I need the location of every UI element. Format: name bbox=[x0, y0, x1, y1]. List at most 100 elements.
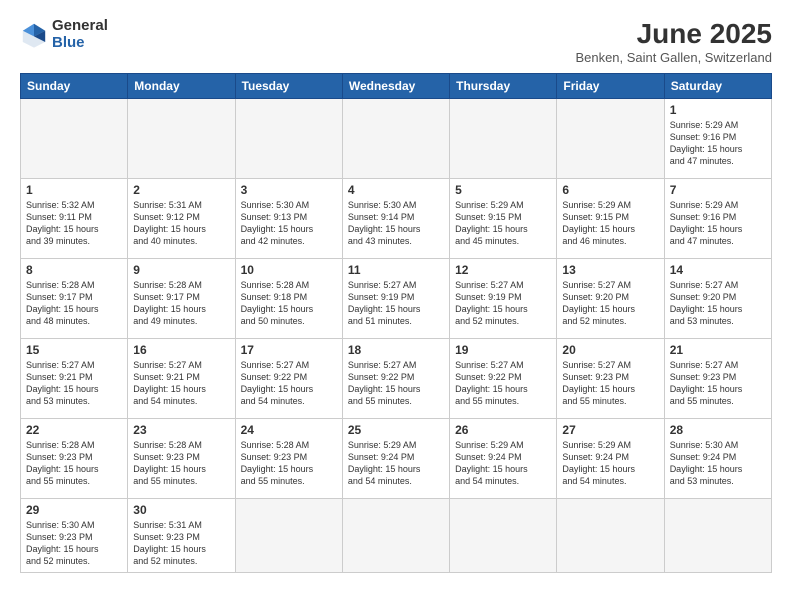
calendar-cell: 21Sunrise: 5:27 AM Sunset: 9:23 PM Dayli… bbox=[664, 339, 771, 419]
cell-details: Sunrise: 5:29 AM Sunset: 9:15 PM Dayligh… bbox=[562, 199, 658, 248]
calendar-day-header: Tuesday bbox=[235, 74, 342, 99]
day-number: 14 bbox=[670, 263, 766, 277]
calendar-day-header: Saturday bbox=[664, 74, 771, 99]
calendar-cell: 26 Sunrise: 5:29 AM Sunset: 9:24 PM Dayli… bbox=[450, 419, 557, 499]
calendar-cell: 29 Sunrise: 5:30 AM Sunset: 9:23 PM Dayli… bbox=[21, 499, 128, 573]
cell-details: Sunrise: 5:28 AM Sunset: 9:17 PM Dayligh… bbox=[133, 279, 229, 328]
calendar-cell bbox=[664, 499, 771, 573]
calendar-cell: 25Sunrise: 5:29 AM Sunset: 9:24 PM Dayli… bbox=[342, 419, 449, 499]
day-number: 16 bbox=[133, 343, 229, 357]
day-number: 2 bbox=[133, 183, 229, 197]
cell-details: Sunrise: 5:28 AM Sunset: 9:23 PM Dayligh… bbox=[241, 439, 337, 488]
calendar-week-row: 8 Sunrise: 5:28 AM Sunset: 9:17 PM Daylig… bbox=[21, 259, 772, 339]
calendar-cell: 27 Sunrise: 5:29 AM Sunset: 9:24 PM Dayli… bbox=[557, 419, 664, 499]
calendar-week-row: 15 Sunrise: 5:27 AM Sunset: 9:21 PM Dayli… bbox=[21, 339, 772, 419]
day-number: 7 bbox=[670, 183, 766, 197]
calendar-cell: 20 Sunrise: 5:27 AM Sunset: 9:23 PM Dayli… bbox=[557, 339, 664, 419]
calendar-cell: 6 Sunrise: 5:29 AM Sunset: 9:15 PM Daylig… bbox=[557, 179, 664, 259]
calendar-cell: 30 Sunrise: 5:31 AM Sunset: 9:23 PM Dayli… bbox=[128, 499, 235, 573]
cell-details: Sunrise: 5:29 AM Sunset: 9:15 PM Dayligh… bbox=[455, 199, 551, 248]
cell-details: Sunrise: 5:27 AM Sunset: 9:21 PM Dayligh… bbox=[26, 359, 122, 408]
day-number: 20 bbox=[562, 343, 658, 357]
header: General Blue June 2025 Benken, Saint Gal… bbox=[20, 18, 772, 65]
calendar-cell: 23Sunrise: 5:28 AM Sunset: 9:23 PM Dayli… bbox=[128, 419, 235, 499]
cell-details: Sunrise: 5:29 AM Sunset: 9:24 PM Dayligh… bbox=[562, 439, 658, 488]
day-number: 27 bbox=[562, 423, 658, 437]
calendar-cell bbox=[557, 99, 664, 179]
cell-details: Sunrise: 5:27 AM Sunset: 9:22 PM Dayligh… bbox=[241, 359, 337, 408]
calendar-cell: 8 Sunrise: 5:28 AM Sunset: 9:17 PM Daylig… bbox=[21, 259, 128, 339]
calendar-cell: 16 Sunrise: 5:27 AM Sunset: 9:21 PM Dayli… bbox=[128, 339, 235, 419]
calendar-cell: 13 Sunrise: 5:27 AM Sunset: 9:20 PM Dayli… bbox=[557, 259, 664, 339]
page: General Blue June 2025 Benken, Saint Gal… bbox=[0, 0, 792, 612]
calendar-cell bbox=[557, 499, 664, 573]
calendar-cell: 15 Sunrise: 5:27 AM Sunset: 9:21 PM Dayli… bbox=[21, 339, 128, 419]
calendar-cell bbox=[128, 99, 235, 179]
cell-details: Sunrise: 5:27 AM Sunset: 9:19 PM Dayligh… bbox=[455, 279, 551, 328]
calendar-cell: 9 Sunrise: 5:28 AM Sunset: 9:17 PM Daylig… bbox=[128, 259, 235, 339]
cell-details: Sunrise: 5:28 AM Sunset: 9:18 PM Dayligh… bbox=[241, 279, 337, 328]
calendar-cell bbox=[235, 499, 342, 573]
cell-details: Sunrise: 5:30 AM Sunset: 9:24 PM Dayligh… bbox=[670, 439, 766, 488]
cell-details: Sunrise: 5:29 AM Sunset: 9:16 PM Dayligh… bbox=[670, 119, 766, 168]
calendar-cell: 22 Sunrise: 5:28 AM Sunset: 9:23 PM Dayli… bbox=[21, 419, 128, 499]
day-number: 1 bbox=[670, 103, 766, 117]
cell-details: Sunrise: 5:29 AM Sunset: 9:24 PM Dayligh… bbox=[455, 439, 551, 488]
calendar-cell: 28 Sunrise: 5:30 AM Sunset: 9:24 PM Dayli… bbox=[664, 419, 771, 499]
day-number: 8 bbox=[26, 263, 122, 277]
day-number: 28 bbox=[670, 423, 766, 437]
day-number: 30 bbox=[133, 503, 229, 517]
cell-details: Sunrise: 5:27 AM Sunset: 9:20 PM Dayligh… bbox=[562, 279, 658, 328]
cell-details: Sunrise: 5:27 AM Sunset: 9:21 PM Dayligh… bbox=[133, 359, 229, 408]
calendar-cell bbox=[235, 99, 342, 179]
cell-details: Sunrise: 5:27 AM Sunset: 9:19 PM Dayligh… bbox=[348, 279, 444, 328]
day-number: 6 bbox=[562, 183, 658, 197]
day-number: 22 bbox=[26, 423, 122, 437]
calendar-cell: 17 Sunrise: 5:27 AM Sunset: 9:22 PM Dayli… bbox=[235, 339, 342, 419]
day-number: 17 bbox=[241, 343, 337, 357]
cell-details: Sunrise: 5:30 AM Sunset: 9:23 PM Dayligh… bbox=[26, 519, 122, 568]
calendar-week-row: 1Sunrise: 5:32 AM Sunset: 9:11 PM Daylig… bbox=[21, 179, 772, 259]
cell-details: Sunrise: 5:30 AM Sunset: 9:13 PM Dayligh… bbox=[241, 199, 337, 248]
day-number: 9 bbox=[133, 263, 229, 277]
calendar-day-header: Friday bbox=[557, 74, 664, 99]
day-number: 26 bbox=[455, 423, 551, 437]
day-number: 1 bbox=[26, 183, 122, 197]
calendar-day-header: Thursday bbox=[450, 74, 557, 99]
cell-details: Sunrise: 5:27 AM Sunset: 9:22 PM Dayligh… bbox=[348, 359, 444, 408]
title-block: June 2025 Benken, Saint Gallen, Switzerl… bbox=[575, 18, 772, 65]
calendar-table: SundayMondayTuesdayWednesdayThursdayFrid… bbox=[20, 73, 772, 573]
calendar-cell: 1 Sunrise: 5:29 AM Sunset: 9:16 PM Daylig… bbox=[664, 99, 771, 179]
calendar-week-row: 29 Sunrise: 5:30 AM Sunset: 9:23 PM Dayli… bbox=[21, 499, 772, 573]
calendar-day-header: Wednesday bbox=[342, 74, 449, 99]
calendar-cell bbox=[21, 99, 128, 179]
day-number: 21 bbox=[670, 343, 766, 357]
cell-details: Sunrise: 5:27 AM Sunset: 9:20 PM Dayligh… bbox=[670, 279, 766, 328]
logo-icon bbox=[20, 21, 48, 49]
calendar-cell bbox=[342, 99, 449, 179]
day-number: 25 bbox=[348, 423, 444, 437]
cell-details: Sunrise: 5:28 AM Sunset: 9:17 PM Dayligh… bbox=[26, 279, 122, 328]
main-title: June 2025 bbox=[575, 18, 772, 50]
day-number: 18 bbox=[348, 343, 444, 357]
logo: General Blue bbox=[20, 18, 108, 51]
calendar-cell: 19Sunrise: 5:27 AM Sunset: 9:22 PM Dayli… bbox=[450, 339, 557, 419]
calendar-week-row: 1 Sunrise: 5:29 AM Sunset: 9:16 PM Daylig… bbox=[21, 99, 772, 179]
day-number: 29 bbox=[26, 503, 122, 517]
day-number: 10 bbox=[241, 263, 337, 277]
calendar-cell: 4 Sunrise: 5:30 AM Sunset: 9:14 PM Daylig… bbox=[342, 179, 449, 259]
calendar-cell: 1Sunrise: 5:32 AM Sunset: 9:11 PM Daylig… bbox=[21, 179, 128, 259]
calendar-cell: 24Sunrise: 5:28 AM Sunset: 9:23 PM Dayli… bbox=[235, 419, 342, 499]
day-number: 13 bbox=[562, 263, 658, 277]
cell-details: Sunrise: 5:31 AM Sunset: 9:23 PM Dayligh… bbox=[133, 519, 229, 568]
day-number: 11 bbox=[348, 263, 444, 277]
calendar-header-row: SundayMondayTuesdayWednesdayThursdayFrid… bbox=[21, 74, 772, 99]
cell-details: Sunrise: 5:27 AM Sunset: 9:23 PM Dayligh… bbox=[562, 359, 658, 408]
logo-text: General Blue bbox=[52, 18, 108, 51]
day-number: 15 bbox=[26, 343, 122, 357]
cell-details: Sunrise: 5:30 AM Sunset: 9:14 PM Dayligh… bbox=[348, 199, 444, 248]
subtitle: Benken, Saint Gallen, Switzerland bbox=[575, 50, 772, 65]
calendar-day-header: Monday bbox=[128, 74, 235, 99]
day-number: 4 bbox=[348, 183, 444, 197]
cell-details: Sunrise: 5:28 AM Sunset: 9:23 PM Dayligh… bbox=[26, 439, 122, 488]
